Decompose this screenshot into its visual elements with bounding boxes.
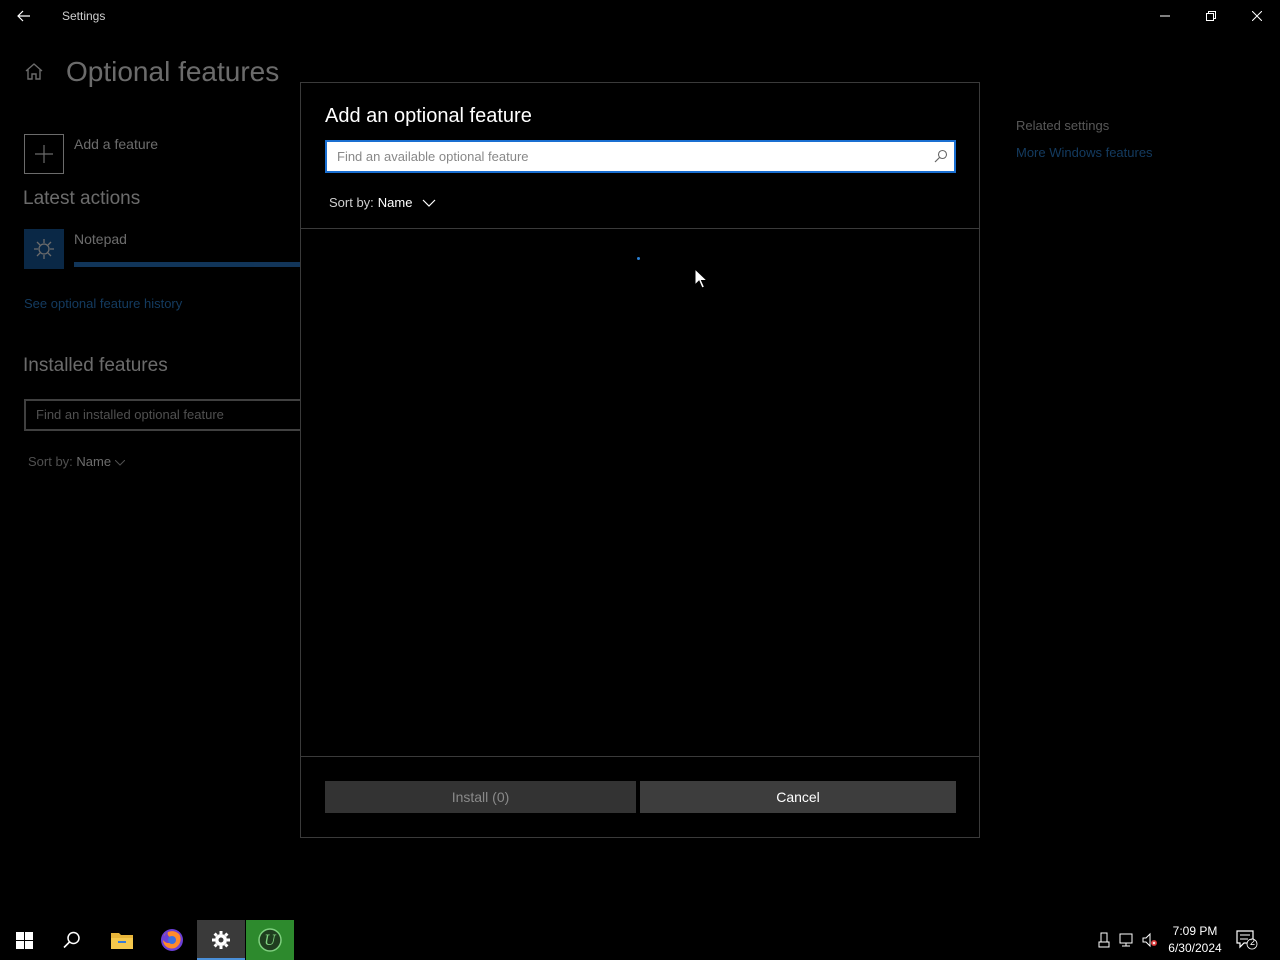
- loading-spinner-icon: [637, 257, 640, 260]
- minimize-icon: [1160, 15, 1170, 17]
- feature-search-input[interactable]: [327, 142, 907, 171]
- upwork-button[interactable]: U: [246, 920, 294, 960]
- chevron-down-icon: [114, 459, 126, 466]
- home-icon[interactable]: [22, 60, 46, 84]
- installed-sort-dropdown[interactable]: Sort by: Name: [28, 454, 126, 469]
- chevron-down-icon: [423, 199, 436, 207]
- related-settings-heading: Related settings: [1016, 118, 1110, 133]
- clock-date: 6/30/2024: [1168, 941, 1222, 955]
- divider: [301, 228, 979, 229]
- window-title: Settings: [62, 9, 106, 23]
- upwork-icon: U: [258, 928, 282, 952]
- feature-puzzle-icon: [24, 229, 64, 269]
- volume-muted-icon[interactable]: [1142, 932, 1158, 948]
- system-clock[interactable]: 7:09 PM 6/30/2024: [1164, 923, 1226, 957]
- add-feature-label[interactable]: Add a feature: [74, 136, 158, 152]
- dialog-sort-value: Name: [377, 195, 413, 210]
- history-link[interactable]: See optional feature history: [24, 296, 182, 311]
- minimize-button[interactable]: [1142, 0, 1188, 32]
- close-icon: [1252, 11, 1262, 21]
- latest-actions-heading: Latest actions: [23, 188, 141, 209]
- file-explorer-icon: [111, 933, 133, 949]
- cancel-button[interactable]: Cancel: [640, 781, 956, 813]
- feature-search-box[interactable]: [325, 140, 956, 173]
- back-arrow-icon: [17, 10, 30, 22]
- add-feature-dialog: Add an optional feature Sort by: Name In…: [300, 82, 980, 838]
- firefox-button[interactable]: [148, 920, 196, 960]
- title-bar: Settings: [0, 0, 1280, 32]
- more-windows-features-link[interactable]: More Windows features: [1016, 145, 1153, 160]
- back-button[interactable]: [8, 4, 40, 28]
- network-icon[interactable]: [1119, 932, 1135, 948]
- svg-text:U: U: [264, 933, 277, 949]
- start-button[interactable]: [0, 920, 48, 960]
- add-feature-button[interactable]: [24, 134, 64, 174]
- mouse-cursor-icon: [694, 268, 708, 289]
- firefox-icon: [161, 929, 183, 951]
- notification-count-badge: 2: [1249, 937, 1255, 947]
- settings-taskbar-button[interactable]: [197, 920, 245, 960]
- plus-icon: [35, 145, 53, 163]
- search-icon[interactable]: [934, 149, 948, 163]
- sort-label: Sort by:: [28, 454, 73, 469]
- taskbar-search-button[interactable]: [48, 920, 96, 960]
- action-center-button[interactable]: 2: [1236, 930, 1258, 950]
- install-button[interactable]: Install (0): [325, 781, 636, 813]
- search-icon: [63, 931, 80, 949]
- file-explorer-button[interactable]: [98, 920, 146, 960]
- restore-button[interactable]: [1188, 0, 1234, 32]
- clock-time: 7:09 PM: [1172, 924, 1218, 938]
- dialog-sort-label: Sort by:: [329, 195, 374, 210]
- installed-features-heading: Installed features: [23, 355, 168, 376]
- usb-device-icon[interactable]: [1096, 932, 1112, 948]
- divider: [301, 756, 979, 757]
- restore-icon: [1206, 11, 1216, 21]
- page-title: Optional features: [66, 56, 280, 87]
- close-button[interactable]: [1234, 0, 1280, 32]
- sort-value: Name: [76, 454, 112, 469]
- settings-icon: [212, 931, 230, 949]
- latest-action-item: Notepad: [74, 231, 127, 247]
- dialog-sort-dropdown[interactable]: Sort by: Name: [329, 195, 436, 210]
- start-icon: [15, 931, 33, 949]
- install-progress-bar: [74, 262, 300, 267]
- installed-search-input[interactable]: Find an installed optional feature: [24, 399, 314, 431]
- taskbar: U 7:09 PM 6/30/2024 2: [0, 920, 1280, 960]
- dialog-title: Add an optional feature: [325, 105, 532, 127]
